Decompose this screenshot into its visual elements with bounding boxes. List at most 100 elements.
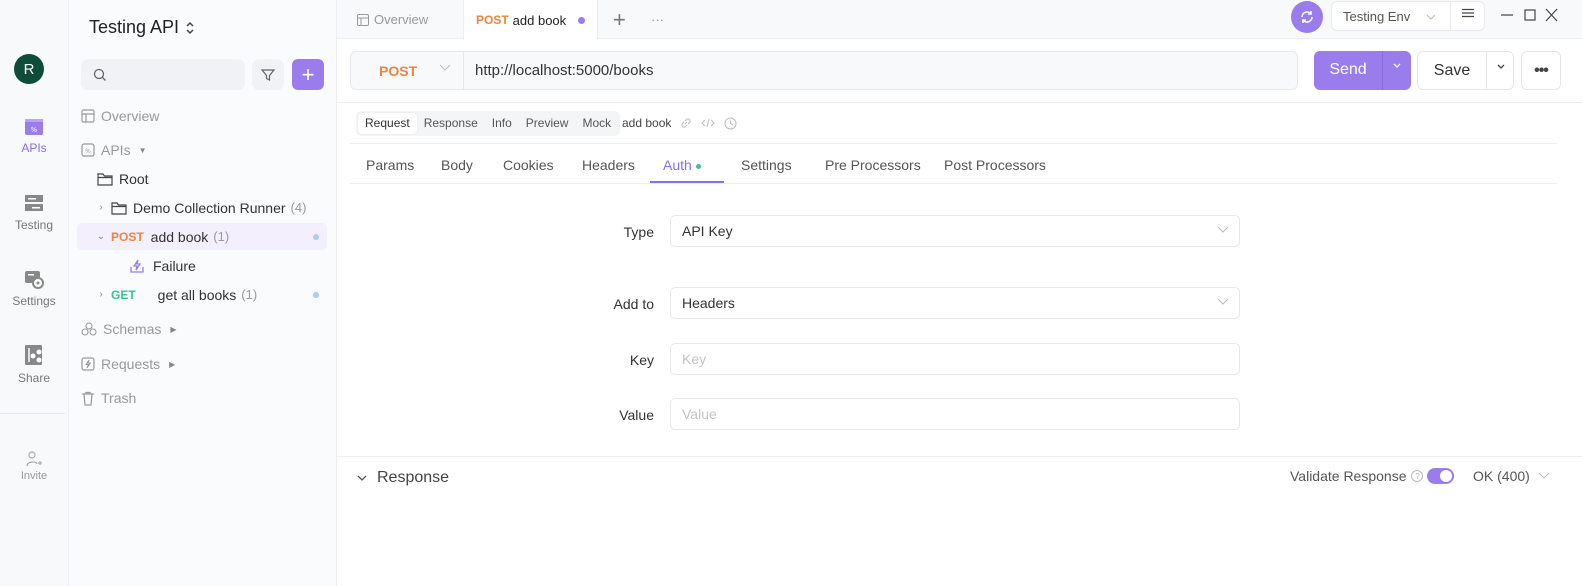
rail-item-label: Share: [17, 371, 51, 385]
rail-item-testing[interactable]: Testing: [0, 193, 68, 232]
updown-chevron-icon: [186, 21, 194, 34]
tab-bar: Overview POST add book + ··· Testing Env: [337, 0, 1582, 40]
sidebar-item-trash[interactable]: Trash: [81, 384, 136, 412]
environment-select[interactable]: Testing Env: [1331, 1, 1485, 31]
view-tab-mock[interactable]: Mock: [575, 113, 618, 134]
rail-item-share[interactable]: Share: [0, 344, 68, 385]
caret-down-icon: ▼: [138, 145, 147, 155]
close-icon: [1545, 8, 1558, 22]
tab-overview[interactable]: Overview: [357, 0, 428, 39]
method-badge: GET: [111, 287, 136, 302]
tab-body[interactable]: Body: [441, 157, 473, 173]
auth-type-label: Type: [623, 224, 654, 240]
tab-post-processors[interactable]: Post Processors: [944, 157, 1046, 173]
sync-button[interactable]: [1291, 1, 1323, 33]
sidebar: Testing API + Overview % APIs ▼ Root › D…: [69, 0, 337, 586]
key-input[interactable]: Key: [670, 343, 1240, 375]
method-value: POST: [379, 62, 418, 79]
close-button[interactable]: [1545, 8, 1558, 25]
validate-response-toggle[interactable]: [1427, 468, 1454, 484]
add-button[interactable]: +: [292, 59, 324, 90]
sidebar-item-overview[interactable]: Overview: [81, 102, 159, 130]
save-button[interactable]: Save: [1417, 51, 1514, 90]
view-tab-preview[interactable]: Preview: [519, 113, 576, 134]
invite-user-icon: [26, 451, 42, 467]
sidebar-item-apis[interactable]: % APIs ▼: [81, 136, 147, 164]
send-button[interactable]: Send: [1314, 51, 1411, 90]
app-window: R % APIs Testing Settings Share Invite T…: [0, 0, 1582, 586]
more-tabs-button[interactable]: ···: [651, 0, 664, 39]
search-icon: [93, 68, 106, 81]
auth-type-select[interactable]: API Key: [670, 215, 1240, 247]
tree-count: (1): [241, 287, 258, 302]
caret-right-icon: ▶: [169, 359, 176, 369]
value-input[interactable]: Value: [670, 398, 1240, 430]
avatar[interactable]: R: [14, 54, 44, 84]
code-icon[interactable]: [701, 117, 716, 129]
invite-label: Invite: [20, 470, 48, 482]
rail-item-settings[interactable]: Settings: [0, 269, 68, 308]
view-tabs: Request Response Info Preview Mock: [356, 111, 621, 136]
new-tab-button[interactable]: +: [613, 0, 626, 39]
chevron-right-icon: ›: [99, 289, 103, 300]
tab-settings[interactable]: Settings: [741, 157, 792, 173]
tree-label: add book: [150, 228, 209, 245]
link-icon[interactable]: [680, 117, 692, 129]
tree-folder-demo-collection-runner[interactable]: › Demo Collection Runner (4): [77, 194, 327, 221]
hamburger-icon: [1461, 8, 1474, 18]
status-dot: [313, 292, 319, 298]
tree-endpoint-add-book[interactable]: ⌄ POST add book (1): [77, 223, 327, 250]
rail-divider: [0, 413, 65, 414]
save-label: Save: [1433, 62, 1471, 79]
sidebar-item-label: Trash: [101, 390, 137, 406]
more-options-button[interactable]: •••: [1521, 51, 1561, 90]
test-case-icon: [129, 258, 145, 274]
key-label: Key: [629, 352, 654, 368]
tab-params[interactable]: Params: [366, 157, 414, 173]
tab-pre-processors[interactable]: Pre Processors: [825, 157, 921, 173]
tree-case-failure[interactable]: Failure: [77, 252, 327, 279]
filter-button[interactable]: [252, 59, 284, 90]
response-section-toggle[interactable]: Response: [357, 469, 449, 487]
endpoint-title-row: add book: [622, 116, 737, 130]
minimize-button[interactable]: [1501, 8, 1513, 25]
send-options-button[interactable]: [1383, 63, 1411, 69]
help-icon[interactable]: ?: [1411, 470, 1424, 482]
tree-root[interactable]: Root: [97, 165, 149, 193]
add-to-select[interactable]: Headers: [670, 287, 1240, 319]
rail-item-apis[interactable]: % APIs: [0, 118, 68, 155]
save-options-button[interactable]: [1487, 64, 1514, 70]
divider: [1382, 51, 1383, 90]
trash-icon: [81, 391, 95, 406]
environment-menu-button[interactable]: [1450, 8, 1485, 18]
sidebar-item-schemas[interactable]: Schemas ▶: [81, 315, 177, 343]
project-switcher[interactable]: Testing API: [89, 17, 195, 38]
view-tab-request[interactable]: Request: [358, 113, 417, 134]
search-input[interactable]: [81, 59, 245, 90]
sidebar-item-requests[interactable]: Requests ▶: [81, 350, 175, 378]
tree-label: Failure: [153, 257, 196, 274]
url-bar: POST http://localhost:5000/books: [350, 51, 1298, 90]
view-tab-response[interactable]: Response: [417, 113, 485, 134]
settings-icon: [25, 271, 44, 289]
apis-icon: %: [25, 119, 43, 135]
invite-button[interactable]: Invite: [0, 450, 68, 482]
method-select[interactable]: POST: [351, 52, 464, 89]
view-tab-info[interactable]: Info: [485, 113, 519, 134]
tab-cookies[interactable]: Cookies: [503, 157, 554, 173]
maximize-button[interactable]: [1524, 8, 1536, 25]
url-input[interactable]: http://localhost:5000/books: [475, 62, 653, 79]
tab-auth[interactable]: Auth: [663, 157, 701, 173]
sync-icon: [1301, 11, 1313, 23]
method-badge: POST: [111, 229, 144, 244]
ellipsis-icon: ···: [651, 12, 664, 27]
history-icon[interactable]: [724, 117, 737, 130]
validate-response-label: Validate Response ?: [1290, 468, 1424, 484]
divider: [350, 183, 1557, 184]
tree-count: (4): [290, 200, 307, 215]
plus-icon: +: [301, 61, 315, 87]
response-status-select[interactable]: OK (400): [1473, 468, 1550, 484]
tab-add-book[interactable]: POST add book: [463, 0, 599, 40]
tree-endpoint-get-all-books[interactable]: › GET get all books (1): [77, 281, 327, 308]
tab-headers[interactable]: Headers: [582, 157, 635, 173]
